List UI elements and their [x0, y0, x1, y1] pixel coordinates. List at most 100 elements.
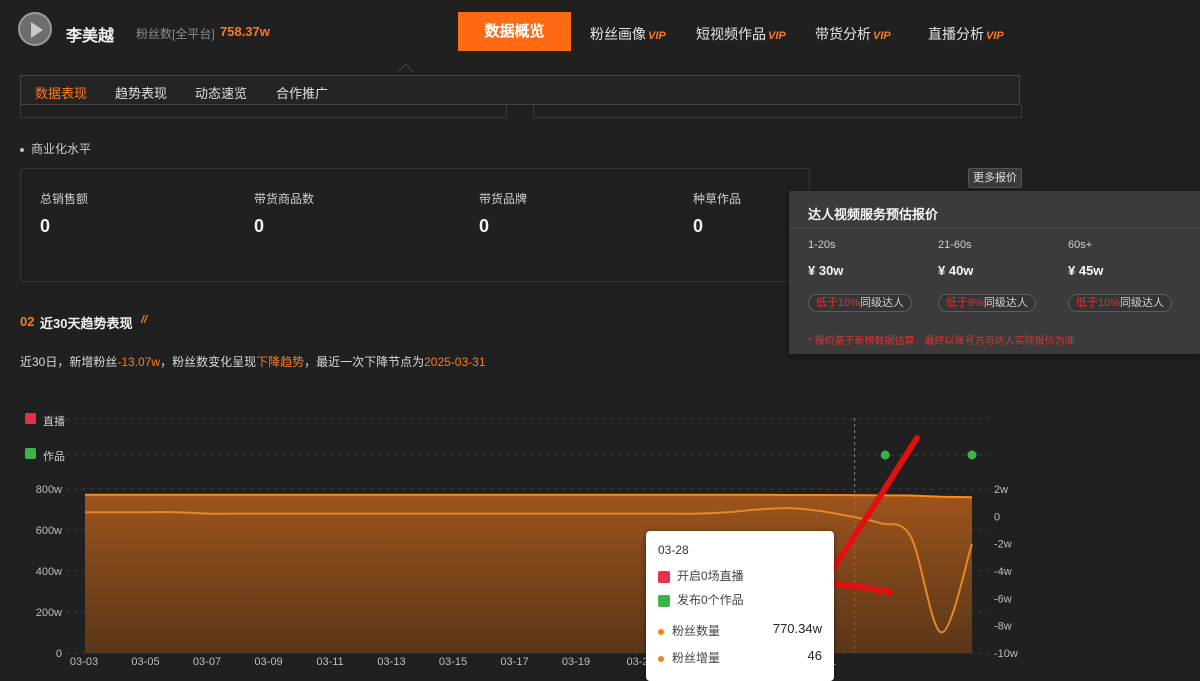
works-marker: [967, 450, 977, 460]
price-col-price: ¥ 45w: [1068, 263, 1104, 278]
vip-badge: VIP: [648, 30, 666, 42]
tooltip-live-row: 开启0场直播: [658, 567, 744, 584]
y-tick-label: 800w: [36, 484, 62, 496]
y-tick-label: 0: [56, 648, 62, 660]
stat-value-products: 0: [254, 216, 265, 236]
nav-tab-live-analysis[interactable]: 直播分析 VIP: [928, 24, 1004, 44]
x-tick-label: 03-19: [562, 656, 590, 666]
price-col-badge: 低于9%同级达人: [938, 294, 1036, 312]
nav-tab-label: 粉丝画像: [590, 26, 646, 42]
inc-series-dot: [658, 655, 664, 662]
nav-tab-label: 带货分析: [815, 26, 871, 42]
popup-title: 达人视频服务预估报价: [808, 207, 939, 222]
subtab-dynamics[interactable]: 动态速览: [195, 83, 247, 102]
stat-label-products: 带货商品数: [254, 192, 315, 206]
summary-text: 近30日，新增粉丝: [20, 355, 118, 369]
tooltip-fans-value: 770.34w: [772, 621, 822, 636]
x-tick-label: 03-09: [254, 656, 282, 666]
tooltip-inc-value: 46: [807, 648, 822, 663]
commercial-stats-card: [20, 168, 810, 282]
overview-card-right: [533, 105, 1022, 118]
y-tick-label: 0: [994, 511, 1000, 523]
works-icon: [658, 594, 670, 607]
nav-tab-sales-analysis[interactable]: 带货分析 VIP: [815, 24, 891, 44]
nav-tab-label: 短视频作品: [696, 26, 766, 42]
nav-tab-fans-portrait[interactable]: 粉丝画像 VIP: [590, 24, 666, 44]
price-col-price: ¥ 40w: [938, 263, 974, 278]
badge-percent: 低于10%: [816, 297, 861, 309]
subtab-bar: 数据表现 趋势表现 动态速览 合作推广: [20, 75, 1020, 105]
fans-label: 粉丝数[全平台]: [136, 27, 215, 41]
price-col-badge: 低于10%同级达人: [1068, 294, 1173, 312]
x-tick-label: 03-07: [193, 656, 221, 666]
more-price-button[interactable]: 更多报价: [968, 168, 1022, 188]
y-tick-label: -2w: [994, 539, 1012, 551]
tooltip-inc-row: 粉丝增量: [658, 649, 720, 666]
y-tick-label: 200w: [36, 607, 62, 619]
summary-text: ，最近一次下降节点为: [304, 355, 425, 369]
summary-date: 2025-03-31: [424, 355, 486, 369]
tooltip-works-text: 发布0个作品: [677, 593, 744, 607]
tooltip-works-row: 发布0个作品: [658, 591, 744, 608]
x-tick-label: 03-15: [439, 656, 467, 666]
y-tick-label: -6w: [994, 593, 1012, 605]
fans-value: 758.37w: [220, 24, 270, 39]
x-tick-label: 03-05: [131, 656, 159, 666]
stat-value-total-sales: 0: [40, 216, 51, 236]
nav-tab-short-video[interactable]: 短视频作品 VIP: [696, 24, 786, 44]
stat-label-seeding: 种草作品: [693, 192, 742, 206]
y-axis-right: 2w 0 -2w -4w -6w -8w -10w: [994, 484, 1018, 660]
trend-chart[interactable]: 800w 600w 400w 200w 0 2w 0 -2w -4w -6w -8w -10w 03…: [0, 395, 1200, 666]
x-tick-label: 03-11: [316, 656, 343, 666]
stat-value-seeding: 0: [693, 216, 704, 236]
vip-badge: VIP: [873, 30, 891, 42]
price-col-range: 60s+: [1068, 239, 1093, 251]
price-estimate-popup: 达人视频服务预估报价 1-20s ¥ 30w 低于10%同级达人 21-60s …: [789, 191, 1200, 354]
top-header: 李美越 粉丝数[全平台] 758.37w 数据概览 粉丝画像 VIP 短视频作品 V…: [0, 0, 1200, 64]
badge-text: 同级达人: [1120, 297, 1165, 309]
stat-value-brands: 0: [479, 216, 490, 236]
tooltip-live-text: 开启0场直播: [677, 569, 744, 583]
vip-badge: VIP: [768, 30, 786, 42]
trend-summary: 近30日，新增粉丝-13.07w，粉丝数变化呈现下降趋势，最近一次下降节点为20…: [20, 353, 486, 370]
commercial-section-label: 商业化水平: [20, 140, 91, 157]
y-tick-label: -4w: [994, 566, 1012, 578]
price-col-range: 21-60s: [938, 239, 972, 251]
overview-card-left: [20, 105, 507, 118]
price-col-price: ¥ 30w: [808, 263, 844, 278]
x-tick-label: 03-03: [70, 656, 98, 666]
y-tick-label: 600w: [36, 525, 62, 537]
section-title: 近30天趋势表现: [40, 316, 133, 331]
summary-text: ，粉丝数变化呈现: [160, 355, 257, 369]
tooltip-date: 03-28: [658, 543, 689, 557]
section-deco-icon: //: [141, 314, 148, 326]
user-avatar[interactable]: [18, 12, 52, 46]
section-number: 02: [20, 314, 35, 329]
x-tick-label: 03-13: [377, 656, 405, 666]
nav-tab-label: 直播分析: [928, 26, 984, 42]
badge-text: 同级达人: [983, 297, 1028, 309]
tooltip-fans-row: 粉丝数量: [658, 622, 720, 639]
chart-tooltip: 03-28 开启0场直播 发布0个作品 粉丝数量 770.34w 粉丝增量 46: [646, 531, 834, 681]
subtab-data-performance[interactable]: 数据表现: [35, 83, 87, 102]
badge-percent: 低于10%: [1076, 297, 1121, 309]
badge-percent: 低于9%: [946, 297, 984, 309]
price-col-range: 1-20s: [808, 239, 836, 251]
tooltip-fans-label: 粉丝数量: [672, 624, 721, 638]
popup-divider: [789, 228, 1200, 229]
subtab-cooperation[interactable]: 合作推广: [276, 83, 328, 102]
stat-label-total-sales: 总销售额: [40, 192, 89, 206]
nav-tab-overview[interactable]: 数据概览: [458, 12, 571, 51]
popup-note: * 报价基于新榜数据估算，最终以账号方与达人实际报价为准: [808, 336, 1075, 347]
x-tick-label: 03-17: [500, 656, 528, 666]
live-icon: [658, 570, 670, 583]
subtab-trend[interactable]: 趋势表现: [115, 83, 167, 102]
user-name: 李美越: [66, 28, 115, 45]
tooltip-inc-label: 粉丝增量: [672, 651, 721, 665]
y-tick-label: 400w: [36, 566, 62, 578]
summary-fans-change: -13.07w: [117, 355, 161, 369]
y-axis-left: 800w 600w 400w 200w 0: [36, 484, 62, 660]
badge-text: 同级达人: [860, 297, 905, 309]
price-col-badge: 低于10%同级达人: [808, 294, 913, 312]
summary-trend: 下降趋势: [256, 355, 305, 369]
